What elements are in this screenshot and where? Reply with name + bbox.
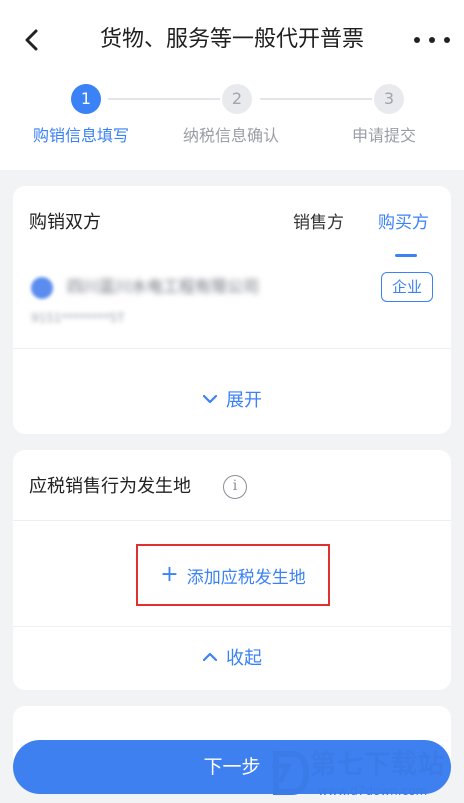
divider [13, 520, 451, 521]
step-connector [108, 98, 220, 100]
tab-buyer[interactable]: 购买方 [378, 210, 429, 236]
more-menu-button[interactable] [414, 26, 450, 54]
page-title: 货物、服务等一般代开普票 [99, 27, 364, 52]
step-progress: 1 2 3 购销信息填写 纳税信息确认 申请提交 [0, 80, 464, 160]
expand-button[interactable]: 展开 [13, 382, 451, 416]
step-1-circle: 1 [71, 84, 101, 114]
step-connector [260, 98, 372, 100]
taxable-place-card: 应税销售行为发生地 i + 添加应税发生地 收起 [13, 450, 451, 690]
step-2-label: 纳税信息确认 [183, 126, 280, 145]
entity-type-badge: 企业 [381, 272, 433, 302]
collapse-label: 收起 [226, 648, 262, 669]
company-avatar [31, 277, 53, 299]
back-button[interactable] [18, 24, 46, 56]
watermark-text: 第七下载站 [310, 750, 446, 780]
parties-title: 购销双方 [29, 212, 101, 233]
chevron-left-icon [25, 29, 38, 51]
company-name: 四川蓝川水电工程有限公司 [67, 277, 260, 296]
step-3-circle: 3 [374, 84, 404, 114]
step-1-label: 购销信息填写 [33, 126, 130, 145]
company-tax-id: 9151********5T [31, 311, 125, 325]
expand-label: 展开 [226, 390, 262, 411]
add-taxable-place-button[interactable]: + 添加应税发生地 [136, 544, 330, 606]
info-icon[interactable]: i [223, 475, 247, 499]
chevron-up-icon [202, 652, 218, 662]
more-dot-icon [429, 37, 435, 43]
nav-bar: 货物、服务等一般代开普票 [0, 0, 464, 80]
parties-card: 购销双方 销售方 购买方 四川蓝川水电工程有限公司 9151********5T… [13, 186, 451, 434]
more-dot-icon [414, 37, 420, 43]
watermark-url: www.d7down.com [318, 784, 428, 798]
watermark-logo-icon [272, 751, 310, 795]
collapse-button[interactable]: 收起 [13, 640, 451, 674]
plus-icon: + [160, 562, 179, 587]
step-3-label: 申请提交 [352, 126, 417, 145]
active-tab-indicator [395, 254, 417, 257]
add-taxable-place-label: 添加应税发生地 [186, 567, 306, 588]
step-2-circle: 2 [222, 84, 252, 114]
divider [13, 626, 451, 627]
divider [13, 348, 451, 349]
taxable-place-title: 应税销售行为发生地 [29, 476, 191, 497]
chevron-down-icon [202, 394, 218, 404]
more-dot-icon [444, 37, 450, 43]
top-header: 货物、服务等一般代开普票 1 2 3 购销信息填写 纳税信息确认 申请提交 [0, 0, 464, 170]
tab-seller[interactable]: 销售方 [293, 210, 344, 236]
